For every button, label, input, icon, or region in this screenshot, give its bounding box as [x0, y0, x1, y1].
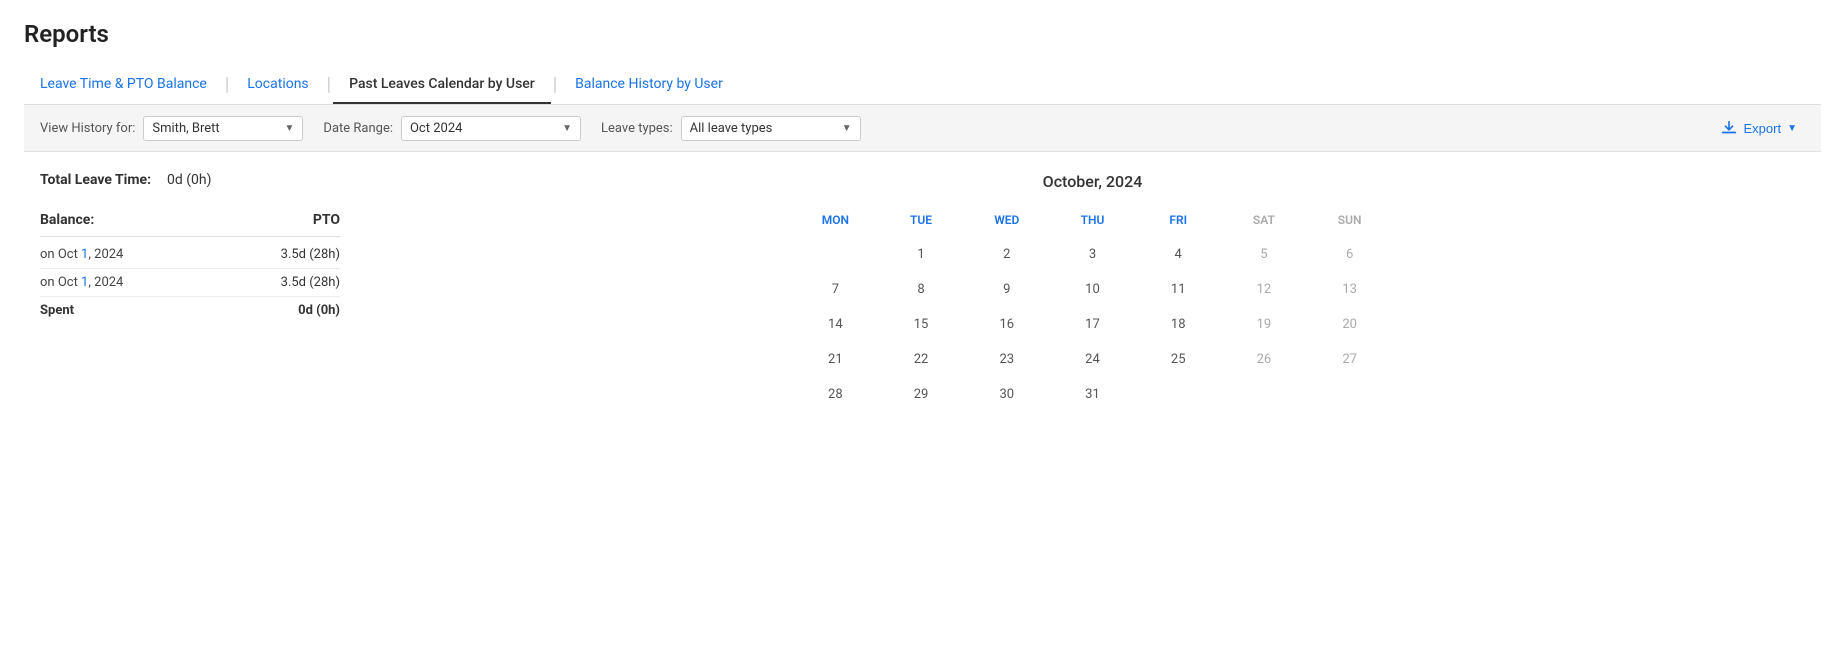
calendar-cell-w4-d1: 29 [878, 377, 964, 412]
export-label: Export [1744, 121, 1782, 136]
leave-types-chevron: ▼ [842, 123, 852, 134]
cal-header-mon: MON [793, 207, 879, 233]
tab-balance-history[interactable]: Balance History by User [559, 66, 739, 104]
user-select-chevron: ▼ [285, 123, 295, 134]
view-history-label: View History for: [40, 121, 135, 136]
cal-header-fri: FRI [1135, 207, 1221, 233]
total-leave-section: Total Leave Time: 0d (0h) [40, 172, 340, 188]
total-leave-label: Total Leave Time: [40, 172, 151, 188]
calendar-cell-w0-d6: 6 [1307, 237, 1393, 272]
calendar-cell-w3-d6: 27 [1307, 342, 1393, 377]
page-title: Reports [24, 20, 1821, 48]
calendar-header-row: MON TUE WED THU FRI SAT SUN [793, 207, 1393, 233]
balance-row-1: on Oct 1, 2024 3.5d (28h) [40, 241, 340, 269]
balance-section: Balance: PTO on Oct 1, 2024 3.5d (28h) o… [40, 212, 340, 324]
calendar-cell-w4-d5 [1221, 377, 1307, 412]
left-panel: Total Leave Time: 0d (0h) Balance: PTO o… [40, 172, 340, 412]
spent-value: 0d (0h) [260, 303, 340, 318]
calendar-cell-w3-d1: 22 [878, 342, 964, 377]
calendar-cell-w2-d3: 17 [1050, 307, 1136, 342]
cal-header-sun: SUN [1307, 207, 1393, 233]
calendar-panel: October, 2024 MON TUE WED THU FRI SAT SU… [380, 172, 1805, 412]
calendar-cell-w1-d3: 10 [1050, 272, 1136, 307]
user-select-value: Smith, Brett [152, 121, 219, 136]
calendar-cell-w2-d2: 16 [964, 307, 1050, 342]
balance-col-header: PTO [260, 212, 340, 228]
calendar-cell-w0-d2: 2 [964, 237, 1050, 272]
tab-separator-1: | [223, 76, 231, 94]
calendar-body: 1234567891011121314151617181920212223242… [793, 237, 1393, 412]
balance-row-2-value: 3.5d (28h) [260, 275, 340, 290]
calendar-cell-w4-d0: 28 [793, 377, 879, 412]
calendar-cell-w2-d6: 20 [1307, 307, 1393, 342]
calendar-cell-w4-d2: 30 [964, 377, 1050, 412]
filter-bar: View History for: Smith, Brett ▼ Date Ra… [24, 105, 1821, 152]
total-leave-value: 0d (0h) [167, 172, 211, 188]
calendar-cell-w0-d4: 4 [1135, 237, 1221, 272]
tab-locations[interactable]: Locations [231, 66, 324, 104]
leave-types-group: Leave types: All leave types ▼ [601, 116, 861, 141]
main-content: Total Leave Time: 0d (0h) Balance: PTO o… [24, 152, 1821, 432]
page-container: Reports Leave Time & PTO Balance | Locat… [0, 0, 1845, 452]
calendar-cell-w1-d4: 11 [1135, 272, 1221, 307]
calendar-title: October, 2024 [380, 172, 1805, 191]
calendar-cell-w3-d4: 25 [1135, 342, 1221, 377]
tab-separator-3: | [551, 76, 559, 94]
calendar-cell-w3-d2: 23 [964, 342, 1050, 377]
calendar-cell-w3-d0: 21 [793, 342, 879, 377]
calendar-cell-w1-d0: 7 [793, 272, 879, 307]
calendar-cell-w0-d3: 3 [1050, 237, 1136, 272]
tab-leave-time[interactable]: Leave Time & PTO Balance [24, 66, 223, 104]
calendar-cell-w4-d6 [1307, 377, 1393, 412]
balance-row-2: on Oct 1, 2024 3.5d (28h) [40, 269, 340, 297]
calendar-cell-w4-d3: 31 [1050, 377, 1136, 412]
calendar-cell-w4-d4 [1135, 377, 1221, 412]
calendar-cell-w3-d5: 26 [1221, 342, 1307, 377]
date-range-value: Oct 2024 [410, 121, 462, 136]
calendar-cell-w1-d2: 9 [964, 272, 1050, 307]
leave-types-label: Leave types: [601, 121, 673, 136]
tabs-bar: Leave Time & PTO Balance | Locations | P… [24, 66, 1821, 105]
calendar-cell-w3-d3: 24 [1050, 342, 1136, 377]
calendar-cell-w2-d4: 18 [1135, 307, 1221, 342]
export-chevron: ▼ [1787, 123, 1797, 134]
cal-header-tue: TUE [878, 207, 964, 233]
cal-header-sat: SAT [1221, 207, 1307, 233]
cal-header-wed: WED [964, 207, 1050, 233]
leave-types-select[interactable]: All leave types ▼ [681, 116, 861, 141]
calendar-cell-w2-d1: 15 [878, 307, 964, 342]
calendar-cell-w2-d5: 19 [1221, 307, 1307, 342]
spent-row: Spent 0d (0h) [40, 297, 340, 324]
view-history-group: View History for: Smith, Brett ▼ [40, 116, 303, 141]
tab-separator-2: | [325, 76, 333, 94]
balance-row-1-link[interactable]: 1 [81, 247, 88, 262]
tab-past-leaves[interactable]: Past Leaves Calendar by User [333, 66, 551, 104]
date-range-chevron: ▼ [562, 123, 572, 134]
calendar-cell-w1-d5: 12 [1221, 272, 1307, 307]
balance-label: Balance: [40, 212, 94, 228]
calendar-grid: MON TUE WED THU FRI SAT SUN 123456789101… [793, 207, 1393, 412]
date-range-label: Date Range: [323, 121, 393, 136]
calendar-cell-w0-d1: 1 [878, 237, 964, 272]
calendar-cell-w1-d6: 13 [1307, 272, 1393, 307]
user-select[interactable]: Smith, Brett ▼ [143, 116, 303, 141]
export-button[interactable]: Export ▼ [1712, 115, 1805, 141]
balance-row-1-date: on Oct 1, 2024 [40, 247, 123, 262]
calendar-cell-w2-d0: 14 [793, 307, 879, 342]
calendar-cell-w0-d5: 5 [1221, 237, 1307, 272]
balance-header: Balance: PTO [40, 212, 340, 237]
balance-row-1-value: 3.5d (28h) [260, 247, 340, 262]
cal-header-thu: THU [1050, 207, 1136, 233]
calendar-cell-w1-d1: 8 [878, 272, 964, 307]
calendar-cell-w0-d0 [793, 237, 879, 272]
date-range-group: Date Range: Oct 2024 ▼ [323, 116, 581, 141]
spent-label: Spent [40, 303, 74, 318]
balance-row-2-date: on Oct 1, 2024 [40, 275, 123, 290]
date-range-select[interactable]: Oct 2024 ▼ [401, 116, 581, 141]
balance-row-2-link[interactable]: 1 [81, 275, 88, 290]
leave-types-value: All leave types [690, 121, 773, 136]
export-icon [1720, 119, 1738, 137]
